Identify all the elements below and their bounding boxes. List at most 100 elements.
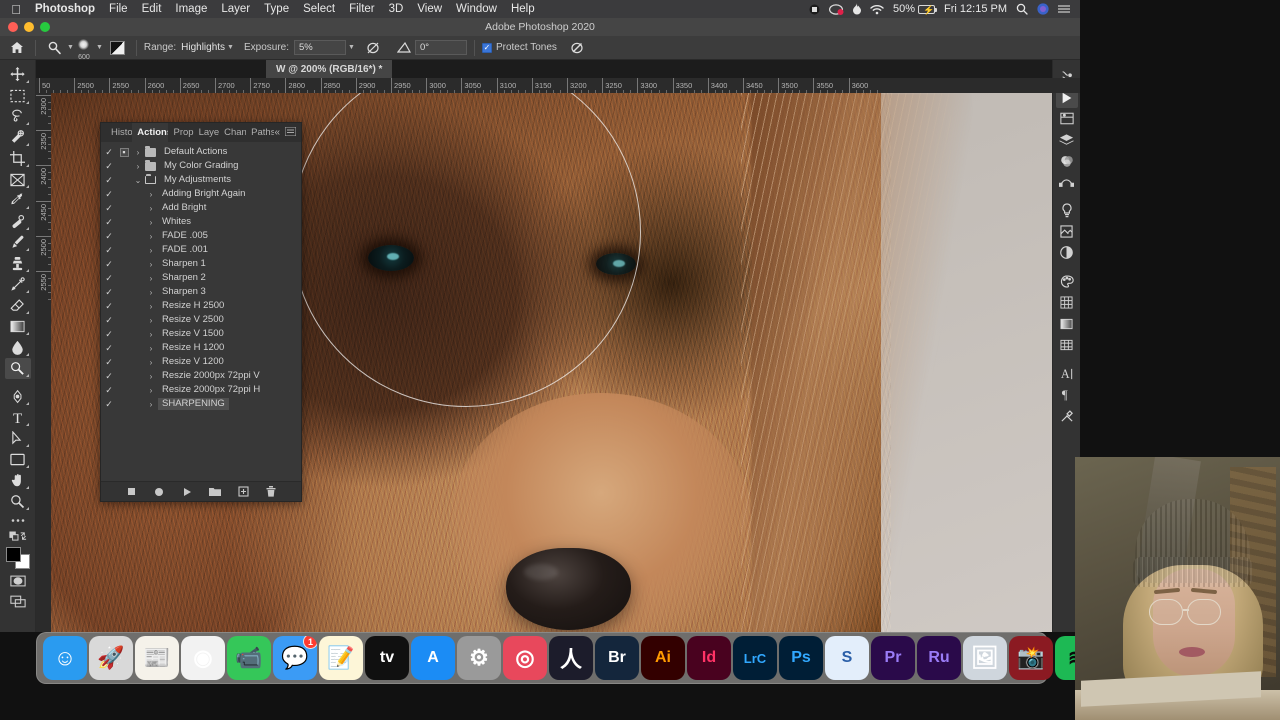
brush-tool[interactable] — [5, 232, 31, 253]
action-enable-checkbox[interactable]: ✓ — [101, 357, 117, 368]
brush-toggle-icon[interactable] — [107, 38, 129, 58]
menu-item-filter[interactable]: Filter — [342, 3, 382, 15]
chevron-right-icon[interactable]: › — [144, 232, 158, 241]
airbrush-icon[interactable] — [363, 38, 385, 58]
dock-item-finder[interactable]: ☺ — [43, 636, 87, 680]
wifi-icon[interactable] — [870, 4, 884, 15]
action-row[interactable]: ✓ › Whites — [101, 215, 301, 229]
zoom-tool[interactable] — [5, 491, 31, 512]
action-enable-checkbox[interactable]: ✓ — [101, 175, 117, 186]
menu-item-layer[interactable]: Layer — [214, 3, 257, 15]
dock-item-messages[interactable]: 💬 1 — [273, 636, 317, 680]
chevron-right-icon[interactable]: › — [144, 358, 158, 367]
chevron-right-icon[interactable]: › — [144, 204, 158, 213]
document-tab[interactable]: W @ 200% (RGB/16*) * — [266, 60, 393, 78]
move-tool[interactable] — [5, 64, 31, 85]
zoom-button[interactable] — [40, 22, 50, 32]
brush-preset-chevron-down-icon[interactable]: ▼ — [96, 44, 103, 51]
control-center-icon[interactable] — [1058, 4, 1070, 14]
menu-item-photoshop[interactable]: Photoshop — [28, 3, 102, 15]
dock-item-app-store[interactable]: A — [411, 636, 455, 680]
dock-item-news[interactable]: 📰 — [135, 636, 179, 680]
menu-item-view[interactable]: View — [410, 3, 449, 15]
action-row[interactable]: ✓ › Resize H 1200 — [101, 341, 301, 355]
new-folder-button[interactable] — [209, 486, 221, 498]
action-row[interactable]: ✓ › Resize 2000px 72ppi H — [101, 383, 301, 397]
tab-actions[interactable]: Actions — [132, 123, 169, 142]
dock-item-preview[interactable]: 🖼 — [963, 636, 1007, 680]
delete-button[interactable] — [265, 486, 277, 498]
clone-stamp-tool[interactable] — [5, 253, 31, 274]
chevron-right-icon[interactable]: › — [144, 246, 158, 255]
apple-logo-icon[interactable]:  — [8, 3, 24, 16]
dock-item-adobe-photoshop[interactable]: Ps — [779, 636, 823, 680]
eraser-tool[interactable] — [5, 295, 31, 316]
action-enable-checkbox[interactable]: ✓ — [101, 329, 117, 340]
dock-item-adobe-acrobat[interactable]: 人 — [549, 636, 593, 680]
action-enable-checkbox[interactable]: ✓ — [101, 231, 117, 242]
dodge-tool[interactable] — [4, 358, 31, 379]
pen-tool[interactable] — [5, 386, 31, 407]
tool-preset-icon[interactable] — [43, 38, 65, 58]
siri-icon[interactable] — [1037, 3, 1049, 15]
spotlight-search-icon[interactable] — [1016, 3, 1028, 15]
brush-size-preview[interactable]: 600 — [74, 38, 94, 61]
dock-item-adobe-premiere-pro[interactable]: Pr — [871, 636, 915, 680]
action-row[interactable]: ✓ ▪ › Default Actions — [101, 145, 301, 159]
tool-preset-chevron-down-icon[interactable]: ▼ — [67, 44, 74, 51]
protect-tones-checkbox[interactable]: ✓ Protect Tones — [481, 42, 557, 53]
chevron-right-icon[interactable]: › — [144, 372, 158, 381]
pressure-for-size-icon[interactable] — [567, 38, 589, 58]
panel-menu-icon[interactable] — [284, 126, 297, 139]
action-enable-checkbox[interactable]: ✓ — [101, 385, 117, 396]
libraries-panel-icon[interactable] — [1056, 221, 1078, 242]
menu-item-help[interactable]: Help — [504, 3, 542, 15]
dock-item-google-chrome[interactable]: ◉ — [181, 636, 225, 680]
exposure-input[interactable]: 5% — [294, 40, 347, 55]
chevron-right-icon[interactable]: › — [144, 400, 158, 409]
range-chevron-down-icon[interactable]: ▼ — [227, 44, 234, 51]
layers-panel-icon[interactable] — [1056, 129, 1078, 150]
action-enable-checkbox[interactable]: ✓ — [101, 287, 117, 298]
action-row[interactable]: ✓ › Sharpen 3 — [101, 285, 301, 299]
chevron-right-icon[interactable]: › — [131, 162, 145, 171]
chevron-right-icon[interactable]: › — [144, 302, 158, 311]
action-row[interactable]: ✓ ⌄ My Adjustments — [101, 173, 301, 187]
menu-item-type[interactable]: Type — [257, 3, 296, 15]
action-enable-checkbox[interactable]: ✓ — [101, 217, 117, 228]
chevron-right-icon[interactable]: › — [144, 316, 158, 325]
adjustments-layer-icon[interactable] — [1056, 242, 1078, 263]
action-row[interactable]: ✓ › Add Bright — [101, 201, 301, 215]
quick-selection-tool[interactable] — [5, 127, 31, 148]
menu-item-3d[interactable]: 3D — [382, 3, 411, 15]
dock-item-lightroom-classic[interactable]: LrC — [733, 636, 777, 680]
action-enable-checkbox[interactable]: ✓ — [101, 189, 117, 200]
dock-item-adobe-indesign[interactable]: Id — [687, 636, 731, 680]
minimize-button[interactable] — [24, 22, 34, 32]
screen-mode-icon[interactable] — [5, 591, 31, 612]
action-enable-checkbox[interactable]: ✓ — [101, 371, 117, 382]
record-stop-icon[interactable] — [809, 4, 820, 15]
dock-item-photo-booth[interactable]: 📸 — [1009, 636, 1053, 680]
stop-button[interactable] — [125, 486, 137, 498]
dock-item-apple-tv[interactable]: tv — [365, 636, 409, 680]
action-enable-checkbox[interactable]: ✓ — [101, 273, 117, 284]
blur-tool[interactable] — [5, 337, 31, 358]
chevron-down-icon[interactable]: ⌄ — [131, 176, 145, 185]
menu-item-file[interactable]: File — [102, 3, 135, 15]
dock-item-notes[interactable]: 📝 — [319, 636, 363, 680]
action-enable-checkbox[interactable]: ✓ — [101, 399, 117, 410]
record-button[interactable] — [153, 486, 165, 498]
action-enable-checkbox[interactable]: ✓ — [101, 147, 117, 158]
gradients-panel-icon[interactable] — [1056, 313, 1078, 334]
dock-item-launchpad[interactable]: 🚀 — [89, 636, 133, 680]
default-colors-icon[interactable] — [5, 528, 31, 544]
properties-panel-icon[interactable] — [1056, 108, 1078, 129]
swatches-panel-icon[interactable] — [1056, 292, 1078, 313]
marquee-tool[interactable] — [5, 85, 31, 106]
rectangle-tool[interactable] — [5, 449, 31, 470]
action-row[interactable]: ✓ › Resize H 2500 — [101, 299, 301, 313]
action-row[interactable]: ✓ › SHARPENING — [101, 397, 301, 411]
learn-panel-icon[interactable] — [1056, 200, 1078, 221]
play-button[interactable] — [181, 486, 193, 498]
